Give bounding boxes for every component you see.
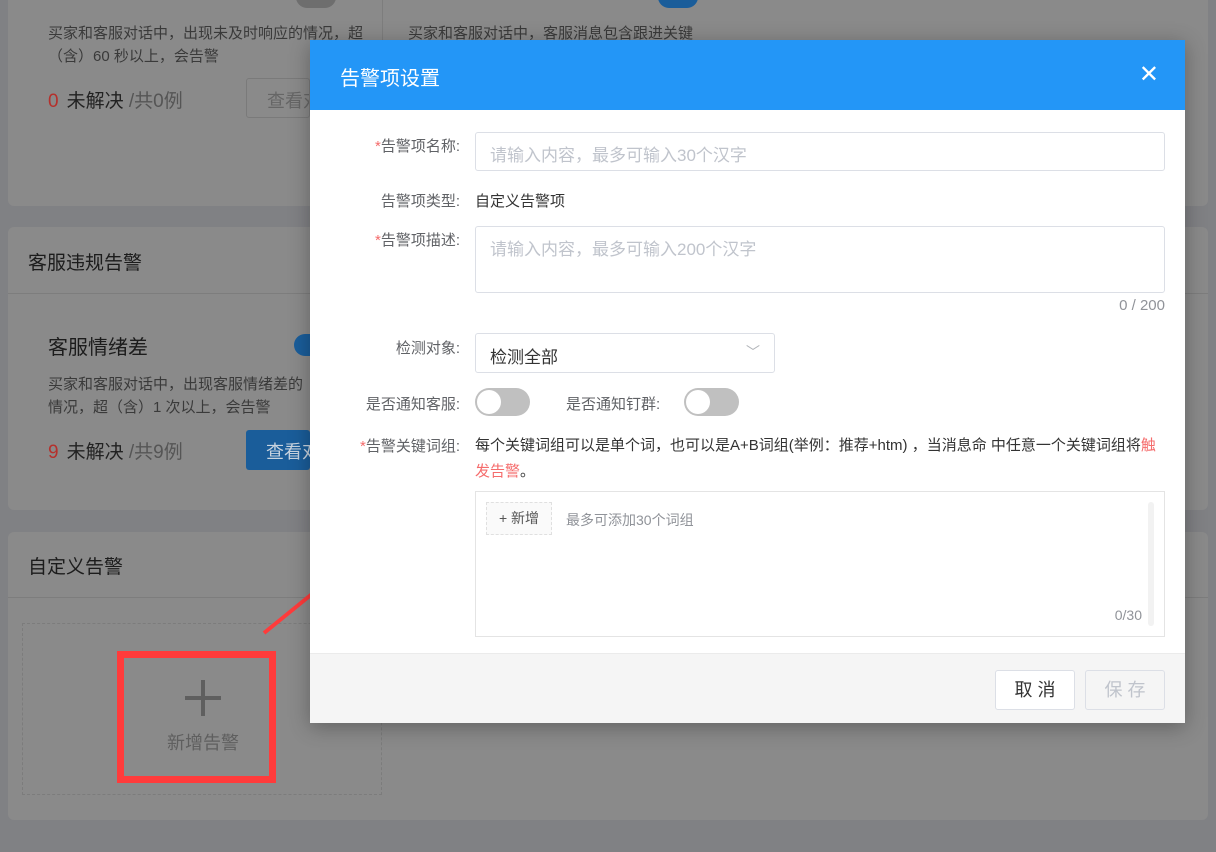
- cancel-button[interactable]: 取 消: [995, 670, 1075, 710]
- target-select[interactable]: 检测全部 ﹀: [475, 333, 775, 373]
- card-description: 买家和客服对话中，出现客服情绪差的情况，超（含）1 次以上，会告警: [48, 376, 304, 416]
- type-label: 告警项类型:: [380, 193, 460, 210]
- alert-description-textarea[interactable]: 请输入内容，最多可输入200个汉字: [475, 226, 1165, 293]
- target-label: 检测对象:: [395, 340, 460, 357]
- desc-char-counter: 0 / 200: [1119, 297, 1165, 314]
- desc-label: *告警项描述:: [374, 232, 460, 249]
- target-select-value: 检测全部: [490, 348, 558, 367]
- save-button[interactable]: 保 存: [1085, 670, 1165, 710]
- keywords-box: + 新增 最多可添加30个词组 0/30: [475, 491, 1165, 637]
- keywords-counter: 0/30: [1114, 607, 1142, 623]
- add-keyword-button[interactable]: + 新增: [486, 502, 552, 535]
- unresolved-label: 未解决: [66, 442, 124, 463]
- alert-name: 客服情绪差: [48, 337, 148, 359]
- unresolved-count: 0: [48, 91, 59, 112]
- total-count: /共9例: [128, 442, 183, 463]
- add-keyword-hint: 最多可添加30个词组: [566, 512, 694, 528]
- view-conversation-button[interactable]: 查看对话: [246, 430, 310, 470]
- annotation-highlight-box: [117, 651, 276, 783]
- notify-cs-toggle[interactable]: [475, 388, 530, 416]
- section-title: 客服违规告警: [28, 253, 143, 274]
- notify-ding-label: 是否通知钉群:: [566, 396, 661, 413]
- dialog-footer: 取 消 保 存: [310, 653, 1185, 723]
- card-stats: 9 未解决 /共9例: [48, 437, 183, 464]
- keywords-hint: 每个关键词组可以是单个词，也可以是A+B词组(举例：推荐+htm) ，当消息命 …: [475, 437, 1156, 480]
- unresolved-label: 未解决: [66, 91, 124, 112]
- card-stats: 0 未解决 /共0例: [48, 86, 183, 113]
- dialog-header: 告警项设置 ✕: [310, 40, 1185, 110]
- name-label: *告警项名称:: [374, 138, 460, 155]
- toggle-on[interactable]: [658, 0, 698, 8]
- notify-ding-toggle[interactable]: [684, 388, 739, 416]
- alert-name-input[interactable]: 请输入内容，最多可输入30个汉字: [475, 132, 1165, 171]
- unresolved-count: 9: [48, 442, 59, 463]
- keywords-label: *告警关键词组:: [359, 438, 460, 455]
- section-title: 自定义告警: [28, 557, 124, 578]
- toggle-off[interactable]: [296, 0, 336, 8]
- scrollbar[interactable]: [1148, 502, 1154, 626]
- notify-cs-label: 是否通知客服:: [365, 396, 460, 413]
- dialog-title: 告警项设置: [340, 68, 440, 90]
- total-count: /共0例: [128, 91, 183, 112]
- type-value: 自定义告警项: [475, 193, 566, 210]
- close-icon[interactable]: ✕: [1139, 60, 1159, 89]
- alert-settings-dialog: 告警项设置 ✕ *告警项名称: 请输入内容，最多可输入30个汉字 告警项类型: …: [310, 40, 1185, 723]
- view-conversation-button[interactable]: 查看对话: [246, 78, 310, 118]
- chevron-down-icon: ﹀: [746, 344, 760, 360]
